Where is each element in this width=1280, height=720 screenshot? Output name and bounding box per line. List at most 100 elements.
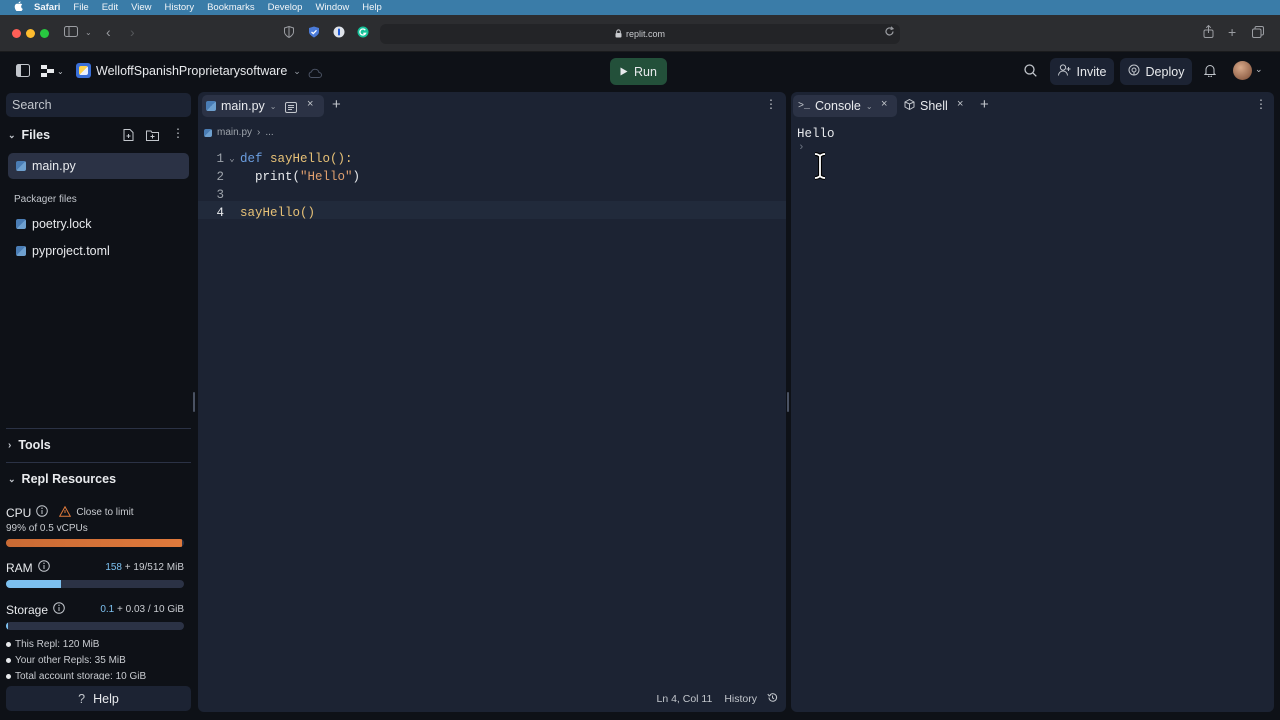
add-tab-icon[interactable]: + bbox=[980, 96, 989, 113]
privacy-shield-icon[interactable] bbox=[284, 25, 294, 41]
menu-help[interactable]: Help bbox=[362, 2, 382, 13]
cpu-row: CPU Close to limit bbox=[6, 505, 134, 520]
menu-window[interactable]: Window bbox=[315, 2, 349, 13]
code-line: 1 ⌄ def sayHello(): bbox=[198, 150, 786, 168]
menu-edit[interactable]: Edit bbox=[102, 2, 118, 13]
tab-shell[interactable]: Shell bbox=[904, 98, 948, 113]
question-icon: ? bbox=[78, 691, 86, 706]
code-text: ) bbox=[352, 170, 361, 184]
ram-usage-fill bbox=[6, 580, 62, 588]
panel-resize-handle[interactable] bbox=[787, 392, 789, 412]
menu-file[interactable]: File bbox=[73, 2, 88, 13]
ram-row: RAM bbox=[6, 560, 50, 575]
terminal-prompt-icon: >_ bbox=[798, 100, 811, 112]
chevron-right-icon: › bbox=[8, 439, 12, 451]
reload-icon[interactable] bbox=[884, 26, 895, 40]
menu-view[interactable]: View bbox=[131, 2, 151, 13]
storage-item: Your other Repls: 35 MiB bbox=[6, 655, 126, 666]
breadcrumb-more[interactable]: ... bbox=[265, 127, 273, 138]
invite-button[interactable]: Invite bbox=[1050, 58, 1114, 85]
cursor-position[interactable]: Ln 4, Col 11 bbox=[656, 693, 712, 705]
help-button[interactable]: ? Help bbox=[6, 686, 191, 711]
markdown-preview-icon[interactable] bbox=[285, 100, 297, 118]
zoom-window-button[interactable] bbox=[40, 29, 49, 38]
fold-chevron-icon[interactable]: ⌄ bbox=[224, 150, 240, 168]
repl-resources-title: Repl Resources bbox=[21, 472, 117, 486]
ram-value: 158 + 19/512 MiB bbox=[84, 562, 184, 573]
files-section-header[interactable]: ⌄ Files bbox=[8, 128, 50, 142]
sidebar-toggle-icon[interactable] bbox=[64, 26, 78, 40]
chevron-down-icon[interactable]: ⌄ bbox=[270, 102, 277, 111]
minimize-window-button[interactable] bbox=[26, 29, 35, 38]
text-cursor-icon bbox=[813, 152, 827, 185]
line-number: 4 bbox=[216, 206, 224, 220]
close-tab-icon[interactable]: × bbox=[307, 98, 313, 110]
ram-rest: + 19/512 MiB bbox=[124, 562, 184, 573]
grammarly-extension-icon[interactable] bbox=[357, 26, 369, 41]
storage-item: Total account storage: 10 GiB bbox=[6, 671, 146, 680]
chevron-down-icon[interactable]: ⌄ bbox=[1255, 64, 1263, 75]
close-window-button[interactable] bbox=[12, 29, 21, 38]
run-button[interactable]: Run bbox=[610, 58, 667, 85]
info-icon[interactable] bbox=[37, 560, 50, 575]
apple-icon[interactable] bbox=[14, 1, 24, 14]
back-icon[interactable]: ‹ bbox=[106, 24, 111, 40]
file-name: pyproject.toml bbox=[32, 244, 110, 258]
more-options-icon[interactable]: ⋮ bbox=[765, 97, 777, 111]
chevron-down-icon[interactable]: ⌄ bbox=[866, 102, 873, 111]
forward-icon: › bbox=[130, 24, 135, 40]
add-tab-icon[interactable]: + bbox=[332, 96, 341, 113]
menu-develop[interactable]: Develop bbox=[268, 2, 303, 13]
python-file-icon bbox=[206, 101, 216, 111]
file-item-pyproject-toml[interactable]: pyproject.toml bbox=[16, 244, 110, 258]
tab-label: main.py bbox=[221, 99, 265, 113]
new-file-icon[interactable] bbox=[123, 128, 134, 146]
notifications-bell-icon[interactable] bbox=[1203, 64, 1217, 82]
tools-title: Tools bbox=[18, 438, 51, 452]
tab-console-content: >_ Console ⌄ bbox=[798, 99, 873, 113]
sidebar-toggle-icon[interactable] bbox=[16, 64, 30, 82]
chevron-down-icon: ⌄ bbox=[8, 129, 16, 140]
file-name: main.py bbox=[32, 159, 76, 173]
menu-history[interactable]: History bbox=[165, 2, 195, 13]
sidebar: Search ⌄ Files ⋮ main.py Packager files … bbox=[0, 90, 195, 720]
menu-safari[interactable]: Safari bbox=[34, 2, 60, 13]
menu-bookmarks[interactable]: Bookmarks bbox=[207, 2, 255, 13]
tools-section-header[interactable]: › Tools bbox=[8, 438, 51, 452]
play-icon bbox=[620, 65, 628, 79]
chevron-down-icon[interactable]: ⌄ bbox=[85, 28, 92, 37]
cpu-detail: 99% of 0.5 vCPUs bbox=[6, 523, 88, 534]
file-item-main-py[interactable]: main.py bbox=[8, 153, 189, 179]
history-icon[interactable] bbox=[767, 692, 778, 706]
new-folder-icon[interactable] bbox=[146, 128, 159, 146]
sidebar-resize-handle[interactable] bbox=[193, 392, 195, 412]
address-bar[interactable]: replit.com bbox=[380, 24, 900, 44]
search-placeholder: Search bbox=[12, 98, 52, 112]
info-icon[interactable] bbox=[36, 505, 49, 520]
password-extension-icon[interactable] bbox=[333, 26, 345, 41]
search-input[interactable]: Search bbox=[6, 93, 191, 117]
avatar[interactable] bbox=[1233, 61, 1252, 80]
more-options-icon[interactable]: ⋮ bbox=[1255, 97, 1267, 111]
storage-usage-fill bbox=[6, 622, 8, 630]
console-prompt[interactable]: › bbox=[798, 142, 805, 154]
deploy-button[interactable]: Deploy bbox=[1120, 58, 1192, 85]
replit-logo-menu[interactable]: ⌄ bbox=[41, 65, 64, 77]
breadcrumb-file[interactable]: main.py bbox=[217, 127, 252, 138]
close-tab-icon[interactable]: × bbox=[957, 98, 963, 110]
share-icon[interactable] bbox=[1203, 24, 1214, 41]
history-button[interactable]: History bbox=[724, 693, 757, 705]
new-tab-icon[interactable]: + bbox=[1228, 24, 1236, 40]
code-line: 2 print("Hello") bbox=[198, 168, 786, 186]
repl-resources-header[interactable]: ⌄ Repl Resources bbox=[8, 472, 116, 486]
repl-name-menu[interactable]: WelloffSpanishProprietarysoftware ⌄ bbox=[96, 64, 301, 78]
code-area[interactable]: 1 ⌄ def sayHello(): 2 print("Hello") 3 4… bbox=[198, 150, 786, 222]
more-options-icon[interactable]: ⋮ bbox=[172, 126, 184, 140]
tab-overview-icon[interactable] bbox=[1252, 26, 1264, 41]
extension-shield-icon[interactable] bbox=[308, 26, 320, 41]
info-icon[interactable] bbox=[53, 602, 65, 617]
file-item-poetry-lock[interactable]: poetry.lock bbox=[16, 217, 92, 231]
run-label: Run bbox=[634, 64, 657, 79]
search-icon[interactable] bbox=[1024, 64, 1037, 82]
close-tab-icon[interactable]: × bbox=[881, 98, 887, 110]
